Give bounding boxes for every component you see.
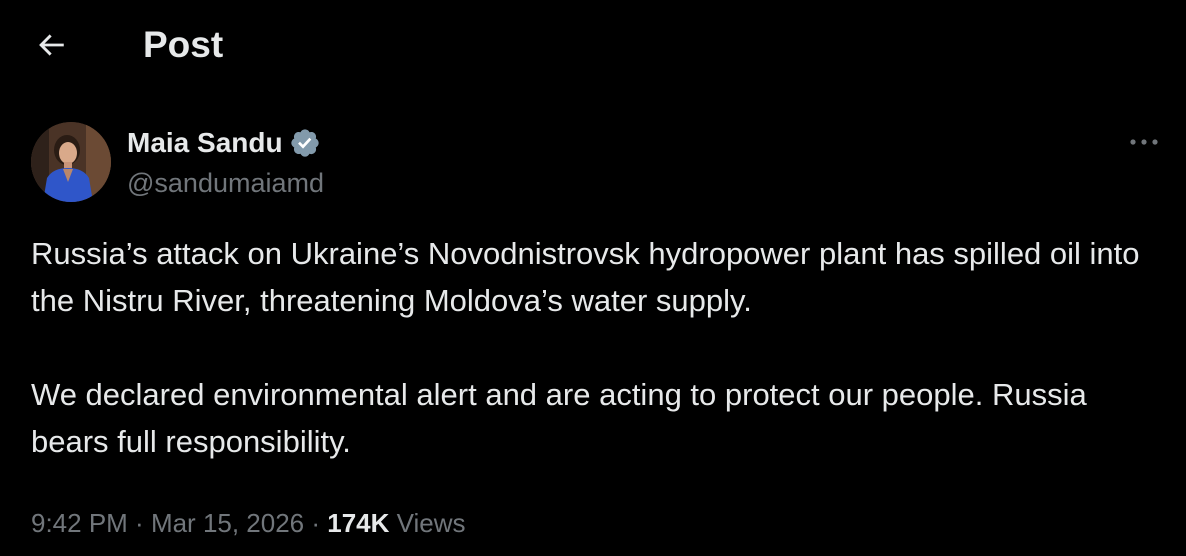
meta-separator: ·	[304, 508, 328, 538]
post-meta: 9:42 PM · Mar 15, 2026 · 174K Views	[31, 503, 466, 543]
author-name-row: Maia Sandu	[127, 124, 321, 162]
page-title: Post	[143, 24, 224, 65]
author-handle[interactable]: @sandumaiamd	[127, 165, 324, 201]
post-date[interactable]: Mar 15, 2026	[151, 508, 304, 538]
post-time[interactable]: 9:42 PM	[31, 508, 128, 538]
post-paragraph: We declared environmental alert and are …	[31, 377, 1087, 459]
views-label: Views	[396, 508, 466, 538]
arrow-left-icon	[39, 34, 64, 56]
author-name[interactable]: Maia Sandu	[127, 124, 283, 162]
more-button[interactable]	[1122, 124, 1166, 160]
verified-badge-icon[interactable]	[289, 127, 321, 159]
header: Post	[0, 0, 1186, 92]
back-button[interactable]	[26, 22, 76, 68]
meta-separator: ·	[127, 508, 151, 538]
post-paragraph: Russia’s attack on Ukraine’s Novodnistro…	[31, 236, 1140, 318]
views-count[interactable]: 174K	[327, 508, 389, 538]
avatar-photo	[31, 122, 111, 202]
more-horizontal-icon	[1130, 139, 1158, 145]
post-text: Russia’s attack on Ukraine’s Novodnistro…	[31, 230, 1161, 465]
avatar[interactable]	[31, 122, 111, 202]
